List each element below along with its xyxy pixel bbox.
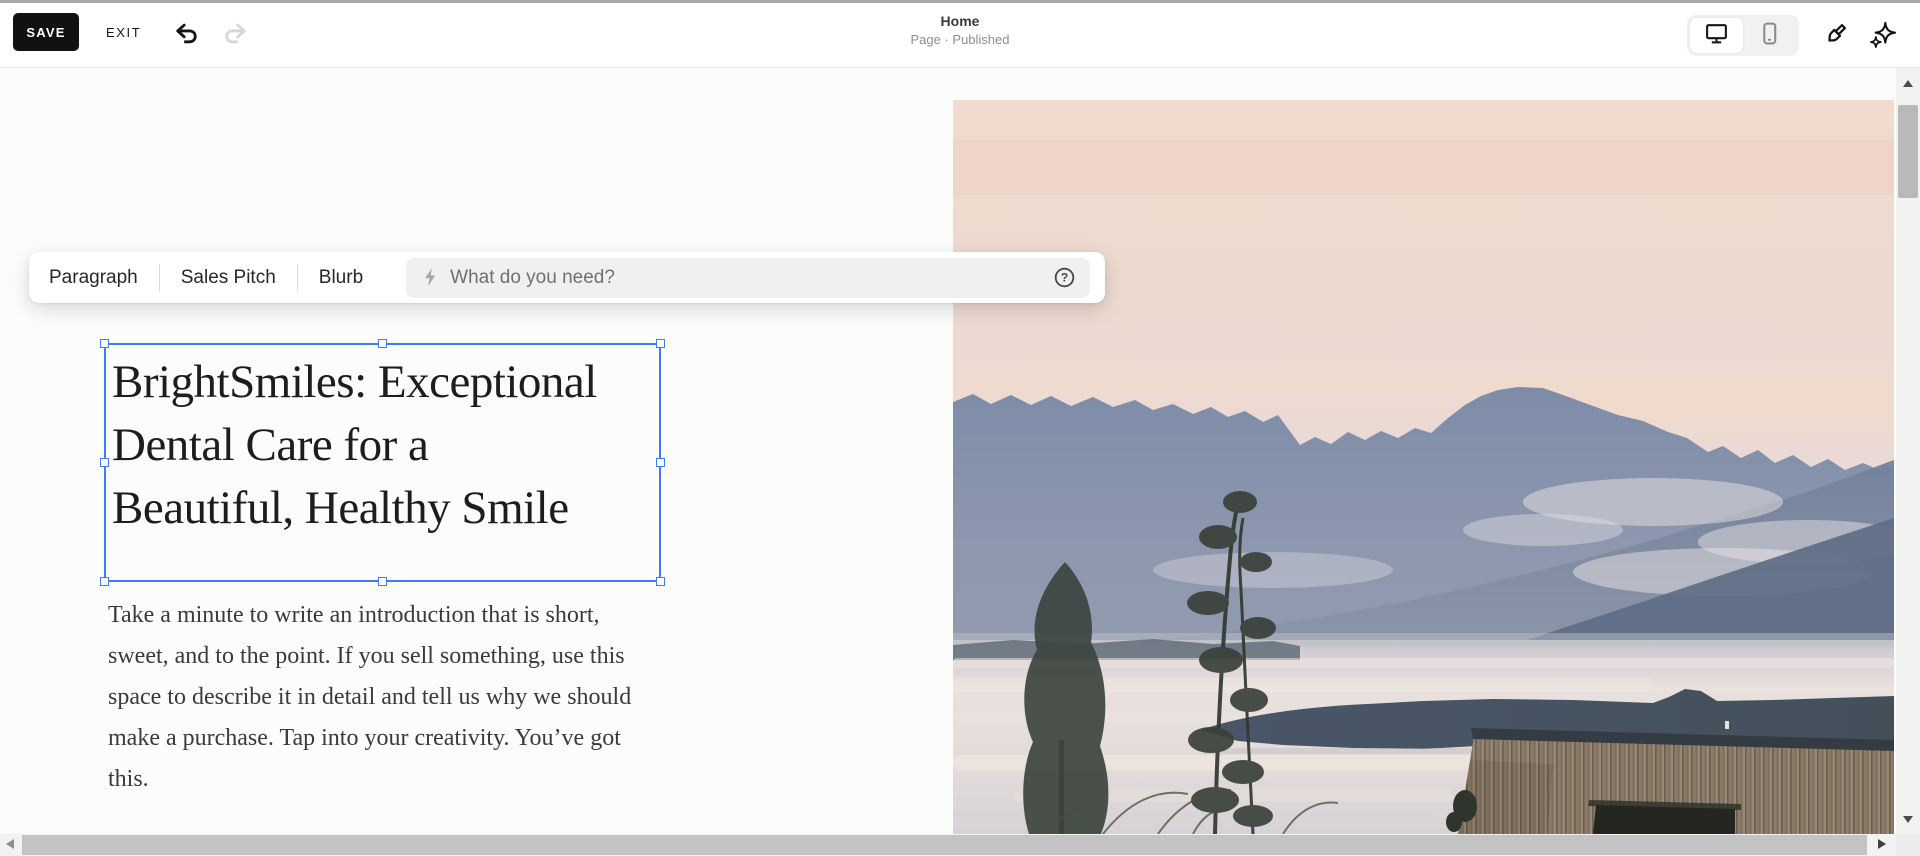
site-styles-button[interactable] [1818, 20, 1852, 52]
redo-button[interactable] [220, 21, 250, 49]
horizontal-scroll-thumb[interactable] [22, 835, 1867, 855]
vertical-scrollbar[interactable] [1896, 68, 1920, 834]
scroll-right-arrow[interactable] [1878, 839, 1886, 849]
selection-handle-top-middle[interactable] [377, 339, 387, 348]
exit-button[interactable]: EXIT [100, 13, 147, 51]
desktop-view-button[interactable] [1690, 18, 1743, 53]
undo-button[interactable] [172, 21, 202, 49]
selection-handle-bottom-right[interactable] [656, 577, 665, 586]
selection-handle-middle-right[interactable] [656, 457, 665, 467]
redo-icon [222, 22, 248, 49]
editor-window: SAVE EXIT Home Page · Published Paragrap… [0, 0, 1920, 856]
ai-assistant-button[interactable] [1866, 19, 1900, 53]
save-button[interactable]: SAVE [13, 13, 79, 51]
help-button[interactable]: ? [1053, 266, 1076, 289]
vertical-scroll-thumb[interactable] [1898, 105, 1918, 198]
hero-image[interactable] [953, 100, 1894, 834]
tab-paragraph[interactable]: Paragraph [49, 267, 159, 289]
sparkles-icon [1868, 20, 1898, 53]
mobile-phone-icon [1757, 21, 1782, 51]
scroll-up-arrow[interactable] [1903, 80, 1913, 87]
ai-text-toolbar: Paragraph Sales Pitch Blurb ? [29, 252, 1105, 303]
svg-text:?: ? [1061, 271, 1068, 285]
paintbrush-icon [1821, 21, 1849, 52]
desktop-monitor-icon [1704, 21, 1729, 51]
intro-paragraph[interactable]: Take a minute to write an introduction t… [108, 595, 708, 800]
undo-icon [174, 22, 200, 49]
device-preview-toggle [1687, 15, 1799, 56]
ai-prompt-field[interactable]: ? [406, 257, 1090, 298]
tab-blurb[interactable]: Blurb [298, 267, 384, 289]
selection-handle-middle-left[interactable] [100, 457, 109, 467]
page-canvas: Paragraph Sales Pitch Blurb ? [0, 68, 1896, 834]
question-mark-icon: ? [1053, 266, 1076, 289]
page-status: Page · Published [910, 32, 1010, 47]
scrollbar-corner [1896, 834, 1920, 856]
page-heading[interactable]: BrightSmiles: Exceptional Dental Care fo… [106, 345, 659, 540]
selection-handle-top-left[interactable] [100, 339, 109, 348]
ai-prompt-input[interactable] [448, 265, 1053, 290]
heading-text-block-selected[interactable]: BrightSmiles: Exceptional Dental Care fo… [100, 339, 665, 586]
editor-topbar: SAVE EXIT Home Page · Published [0, 3, 1920, 68]
scroll-down-arrow[interactable] [1903, 816, 1913, 823]
selection-handle-bottom-left[interactable] [100, 577, 109, 586]
lightning-bolt-icon [422, 267, 438, 288]
scroll-left-arrow[interactable] [6, 839, 14, 849]
tab-sales-pitch[interactable]: Sales Pitch [160, 267, 297, 289]
page-title-group: Home Page · Published [0, 13, 1920, 48]
selection-handle-top-right[interactable] [656, 339, 665, 348]
horizontal-scrollbar[interactable] [0, 834, 1896, 856]
mobile-view-button[interactable] [1743, 18, 1796, 53]
page-title: Home [940, 13, 980, 29]
selection-handle-bottom-middle[interactable] [377, 577, 387, 586]
